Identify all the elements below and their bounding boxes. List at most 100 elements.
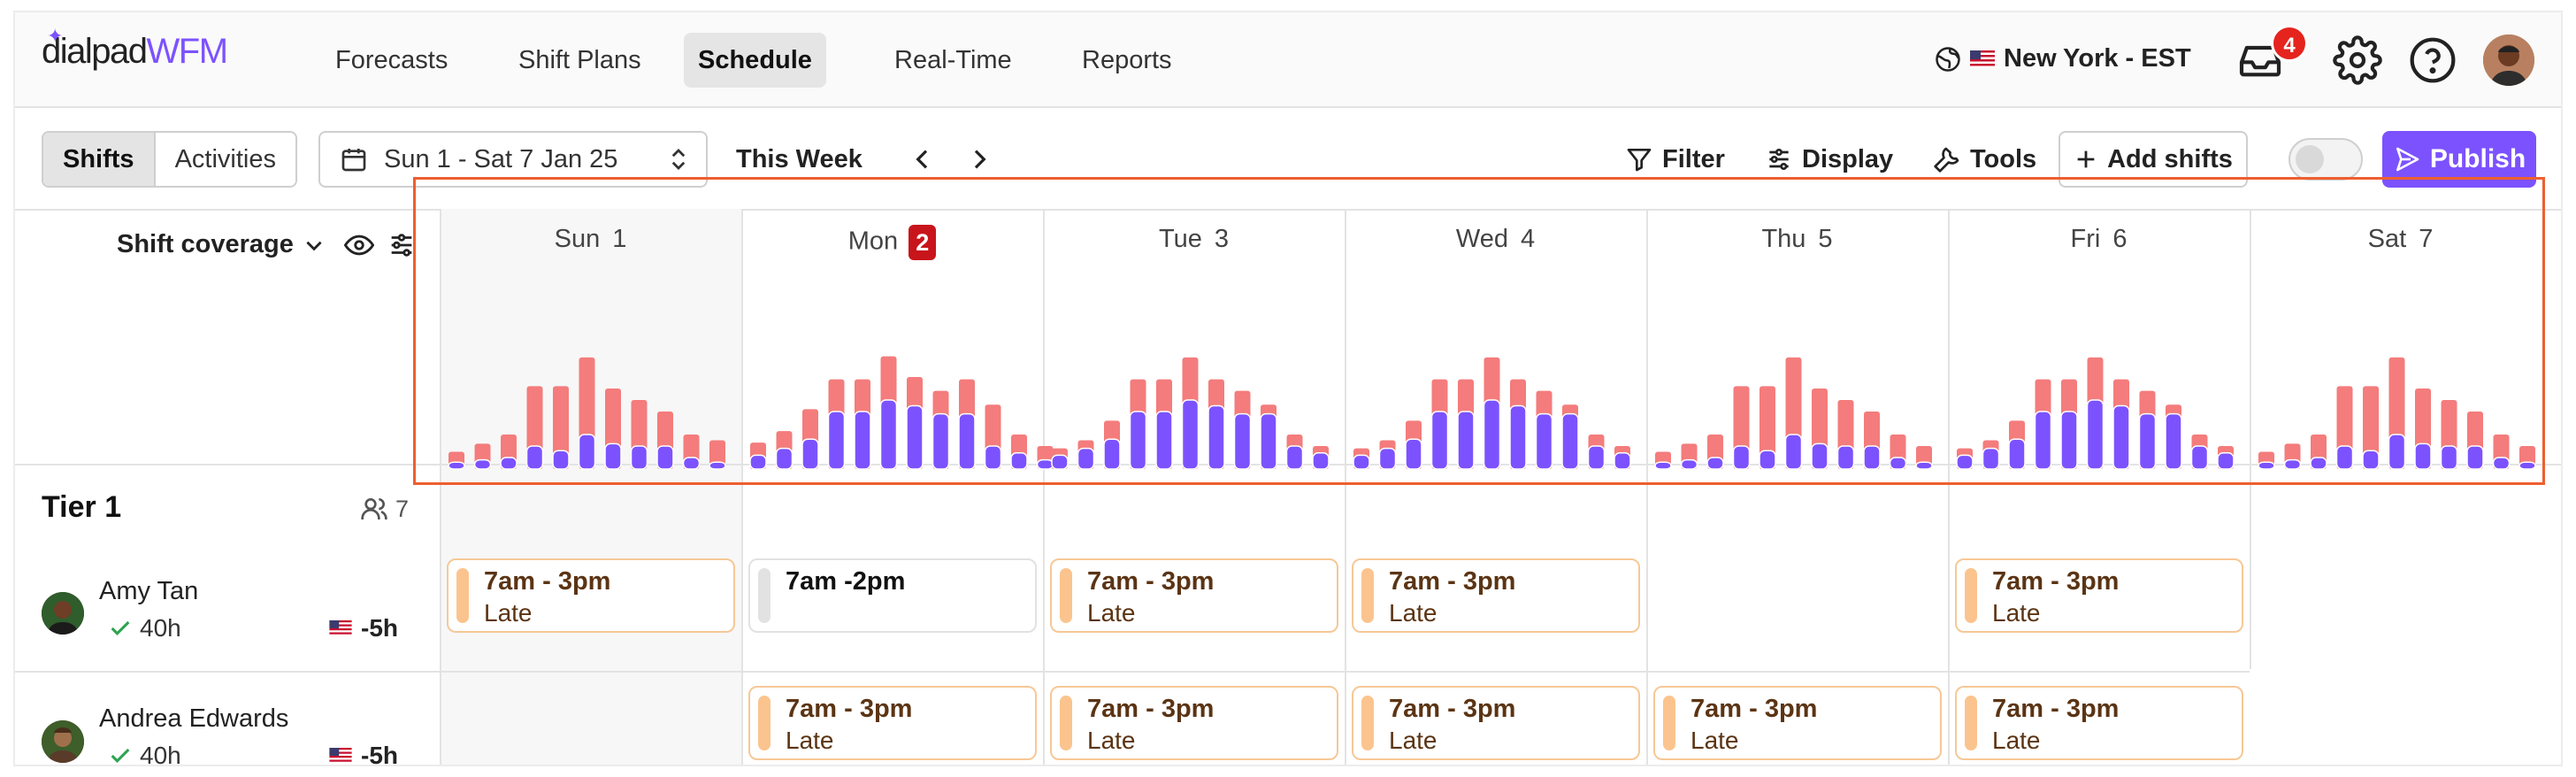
selection-highlight [413,177,2545,485]
send-icon [2396,147,2419,172]
employee-name[interactable]: Amy Tan [99,577,198,606]
shift-card[interactable]: 7am -2pm [748,558,1037,633]
chevron-right-icon[interactable] [965,145,993,173]
chevron-down-icon [306,241,322,250]
shift-coverage-dropdown[interactable]: Shift coverage [117,230,326,259]
shift-card[interactable]: 7am - 3pm Late [1352,686,1640,760]
shift-color-bar [1965,568,1977,623]
shift-label: Late [786,727,834,754]
timezone-selector[interactable]: New York - EST [1935,44,2191,73]
add-shifts-label: Add shifts [2107,144,2233,173]
toggle-switch[interactable] [2288,138,2363,181]
sliders-icon [1769,149,1789,170]
shift-card[interactable]: 7am - 3pm Late [1050,558,1338,633]
users-icon [361,498,387,519]
offset-value: -5h [361,614,398,642]
shift-card[interactable]: 7am - 3pm Late [447,558,735,633]
shift-time: 7am - 3pm [1992,567,2120,596]
hours-value: 40h [140,742,181,765]
offset-value: -5h [361,742,398,765]
help-icon[interactable] [2408,35,2457,85]
globe-icon [1936,46,1960,72]
eye-icon[interactable] [344,230,374,260]
check-icon [111,620,130,635]
shift-card[interactable]: 7am - 3pm Late [1653,686,1942,760]
tools-label: Tools [1970,144,2037,173]
shift-color-bar [758,568,770,623]
shift-label: Late [1087,599,1136,627]
tools-button[interactable]: Tools [1933,143,2036,175]
team-name: Tier 1 [42,490,122,524]
shift-color-bar [1060,568,1072,623]
shift-color-bar [1663,696,1675,750]
shift-label: Late [484,599,533,627]
top-nav: ✦ dialpadWFM Forecasts Shift Plans Sched… [15,12,2561,108]
filter-label: Filter [1662,144,1725,173]
employee-hours: 40h [108,742,181,765]
check-icon [111,748,130,763]
shift-card[interactable]: 7am - 3pm Late [748,686,1037,760]
chevron-left-icon[interactable] [908,145,937,173]
wrench-icon [1934,147,1959,173]
employee-name[interactable]: Andrea Edwards [99,704,288,734]
logo[interactable]: ✦ dialpadWFM [42,25,229,72]
sliders-icon[interactable] [387,230,417,260]
grid-divider [15,671,2250,673]
shift-coverage-label: Shift coverage [117,230,294,258]
avatar[interactable] [42,720,84,763]
shift-label: Late [1690,727,1739,754]
shift-time: 7am - 3pm [786,695,913,723]
tab-real-time[interactable]: Real-Time [880,33,1026,88]
team-member-count: 7 [360,495,409,523]
shift-color-bar [456,568,469,623]
shift-color-bar [1060,696,1072,750]
shift-time: 7am - 3pm [484,567,611,596]
logo-product: WFM [146,32,229,71]
sparkle-icon: ✦ [47,25,63,47]
employee-timezone-offset: -5h [329,614,398,642]
view-shifts-button[interactable]: Shifts [43,133,156,186]
tab-schedule[interactable]: Schedule [684,33,826,88]
shift-time: 7am - 3pm [1690,695,1818,723]
shift-card[interactable]: 7am - 3pm Late [1955,686,2243,760]
notification-badge: 4 [2271,25,2308,62]
hours-value: 40h [140,614,181,642]
shift-time: 7am -2pm [786,567,906,596]
view-activities-button[interactable]: Activities [156,133,295,186]
shift-label: Late [1087,727,1136,754]
shift-label: Late [1389,727,1438,754]
app-window: ✦ dialpadWFM Forecasts Shift Plans Sched… [15,12,2561,765]
shift-time: 7am - 3pm [1389,695,1516,723]
shift-card[interactable]: 7am - 3pm Late [1955,558,2243,633]
us-flag-icon [329,748,352,764]
toggle-knob [2296,145,2324,173]
gear-icon[interactable] [2333,35,2382,85]
publish-label: Publish [2429,144,2526,173]
avatar[interactable] [42,592,84,635]
user-avatar[interactable] [2483,35,2534,86]
us-flag-icon [329,620,352,636]
chevron-updown-icon [671,149,686,170]
view-toggle: Shifts Activities [42,131,297,188]
shift-time: 7am - 3pm [1087,695,1215,723]
calendar-icon [341,149,366,172]
shift-color-bar [1965,696,1977,750]
shift-time: 7am - 3pm [1992,695,2120,723]
filter-button[interactable]: Filter [1625,143,1725,175]
filter-icon [1627,149,1652,172]
this-week-button[interactable]: This Week [736,145,862,174]
tab-forecasts[interactable]: Forecasts [321,33,462,88]
shift-card[interactable]: 7am - 3pm Late [1352,558,1640,633]
shift-label: Late [1992,599,2041,627]
display-label: Display [1802,144,1894,173]
tab-shift-plans[interactable]: Shift Plans [504,33,656,88]
us-flag-icon [1970,50,1995,68]
tab-reports[interactable]: Reports [1068,33,1186,88]
display-button[interactable]: Display [1765,143,1893,175]
plus-icon [2077,150,2095,168]
shift-time: 7am - 3pm [1389,567,1516,596]
shift-label: Late [1992,727,2041,754]
shift-color-bar [1361,568,1374,623]
shift-card[interactable]: 7am - 3pm Late [1050,686,1338,760]
employee-timezone-offset: -5h [329,742,398,765]
